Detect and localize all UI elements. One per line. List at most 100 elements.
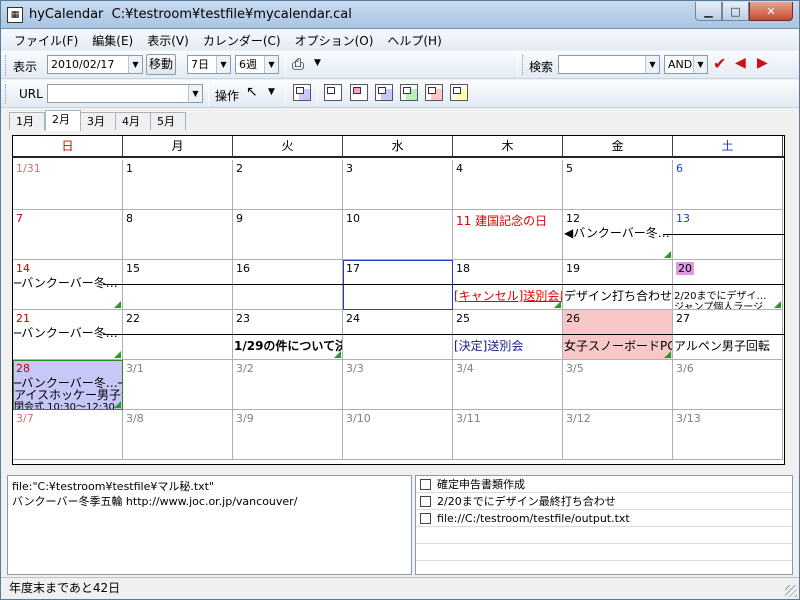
menu-calendar[interactable]: カレンダー(C) xyxy=(196,32,288,49)
calendar-day-cell[interactable]: 13 xyxy=(673,210,783,260)
calendar-day-cell[interactable]: 3/2 xyxy=(233,360,343,410)
url-combo[interactable]: ▼ xyxy=(47,84,203,103)
calendar-day-cell[interactable]: 27 アルペン男子回転 xyxy=(673,310,783,360)
calendar-day-cell[interactable]: 20 2/20までにデザイ… ジャンプ個人ラージ xyxy=(673,260,783,310)
calendar-day-cell[interactable]: 15 xyxy=(123,260,233,310)
maximize-button[interactable]: □ xyxy=(722,2,749,21)
calendar-day-cell[interactable]: 21 ─バンクーバー冬… xyxy=(13,310,123,360)
calendar-day-cell[interactable]: 3/10 xyxy=(343,410,453,460)
calendar-day-cell[interactable]: 26 女子スノーボードPGS xyxy=(563,310,673,360)
calendar-day-cell[interactable]: 19 デザイン打ち合わせ xyxy=(563,260,673,310)
calendar-event[interactable]: ◀バンクーバー冬… xyxy=(564,224,670,241)
calendar-day-cell[interactable]: 18 [キャンセル]送別会は xyxy=(453,260,563,310)
calendar-day-cell[interactable]: 3/12 xyxy=(563,410,673,460)
search-combo[interactable]: ▼ xyxy=(558,55,660,74)
calendar-day-cell[interactable]: 14 ─バンクーバー冬… xyxy=(13,260,123,310)
search-next-arrow-icon[interactable]: ▶ xyxy=(757,55,768,71)
calendar-day-cell[interactable]: 5 xyxy=(563,160,673,210)
calendar-day-cell[interactable]: 3/13 xyxy=(673,410,783,460)
color-swatch-white[interactable] xyxy=(324,84,342,101)
search-execute-check-icon[interactable]: ✔ xyxy=(713,54,726,73)
calendar-day-cell[interactable]: 11 建国記念の日 xyxy=(453,210,563,260)
logic-combo[interactable]: AND ▼ xyxy=(664,55,708,74)
calendar-day-cell[interactable]: 3/8 xyxy=(123,410,233,460)
menu-help[interactable]: ヘルプ(H) xyxy=(380,32,448,49)
calendar-day-cell[interactable]: 12 ◀バンクーバー冬… xyxy=(563,210,673,260)
memo-pane[interactable]: file:"C:¥testroom¥testfile¥マル秘.txt" バンクー… xyxy=(7,475,412,575)
calendar-day-cell[interactable]: 9 xyxy=(233,210,343,260)
calendar-day-cell[interactable]: 22 xyxy=(123,310,233,360)
toolbar-grip[interactable] xyxy=(522,55,525,75)
calendar-day-cell[interactable]: 28 ─バンクーバー冬…─▶ アイスホッケー男子決 閉会式 10:30〜12:30 xyxy=(13,360,123,410)
menu-file[interactable]: ファイル(F) xyxy=(7,32,85,49)
toolbar-grip[interactable] xyxy=(5,84,8,104)
chevron-down-icon[interactable]: ▼ xyxy=(264,56,278,73)
chevron-down-icon[interactable]: ▼ xyxy=(693,56,707,73)
calendar-day-cell[interactable]: 24 xyxy=(343,310,453,360)
calendar-event[interactable]: [キャンセル]送別会は xyxy=(454,287,562,304)
calendar-day-cell[interactable]: 3/6 xyxy=(673,360,783,410)
move-button[interactable]: 移動 xyxy=(146,54,176,75)
menu-options[interactable]: オプション(O) xyxy=(288,32,381,49)
close-button[interactable]: ✕ xyxy=(749,2,793,21)
tab-may[interactable]: 5月 xyxy=(151,112,186,130)
calendar-day-cell[interactable]: 1 xyxy=(123,160,233,210)
calendar-day-cell[interactable]: 3/7 xyxy=(13,410,123,460)
calendar-event[interactable]: ─バンクーバー冬… xyxy=(14,324,118,341)
calendar-day-cell[interactable]: 6 xyxy=(673,160,783,210)
calendar-day-cell[interactable]: 2 xyxy=(233,160,343,210)
calendar-event[interactable]: 1/29の件について決 xyxy=(234,337,342,354)
calendar-day-cell[interactable]: 3 xyxy=(343,160,453,210)
menu-edit[interactable]: 編集(E) xyxy=(85,32,140,49)
color-swatch-pink[interactable] xyxy=(350,84,368,101)
color-swatch-yellow[interactable] xyxy=(450,84,468,101)
calendar-day-cell[interactable]: 17 xyxy=(343,260,453,310)
todo-item[interactable]: 2/20までにデザイン最終打ち合わせ xyxy=(416,493,792,510)
days-combo[interactable]: 7日 ▼ xyxy=(187,55,231,74)
memo-line[interactable]: バンクーバー冬季五輪 http://www.joc.or.jp/vancouve… xyxy=(12,494,407,509)
tab-april[interactable]: 4月 xyxy=(116,112,151,130)
calendar-event[interactable]: 閉会式 10:30〜12:30 xyxy=(14,398,115,409)
todo-item[interactable]: file://C:/testroom/testfile/output.txt xyxy=(416,510,792,527)
print-icon[interactable]: ⎙ xyxy=(292,55,304,73)
tab-february[interactable]: 2月 xyxy=(45,110,81,131)
memo-line[interactable]: file:"C:¥testroom¥testfile¥マル秘.txt" xyxy=(12,479,407,494)
todo-checkbox[interactable] xyxy=(420,478,431,490)
todo-item[interactable]: 確定申告書類作成 xyxy=(416,476,792,493)
todo-checkbox[interactable] xyxy=(420,495,431,507)
chevron-down-icon[interactable]: ▼ xyxy=(188,85,202,102)
calendar-day-cell[interactable]: 3/1 xyxy=(123,360,233,410)
toolbar-grip[interactable] xyxy=(5,55,8,75)
weeks-combo[interactable]: 6週 ▼ xyxy=(235,55,279,74)
minimize-button[interactable]: ▁ xyxy=(695,2,722,21)
calendar-event[interactable]: アルペン男子回転 xyxy=(674,337,770,354)
calendar-day-cell[interactable]: 4 xyxy=(453,160,563,210)
tab-march[interactable]: 3月 xyxy=(81,112,116,130)
chevron-down-icon[interactable]: ▼ xyxy=(268,87,275,97)
app-calendar-icon[interactable]: ▦ xyxy=(7,7,23,23)
calendar-day-cell[interactable]: 3/9 xyxy=(233,410,343,460)
menu-view[interactable]: 表示(V) xyxy=(140,32,196,49)
calendar-day-cell[interactable]: 7 xyxy=(13,210,123,260)
color-swatch-blue[interactable] xyxy=(293,84,311,101)
calendar-event[interactable]: [決定]送別会 xyxy=(454,337,523,354)
chevron-down-icon[interactable]: ▼ xyxy=(128,56,142,73)
chevron-down-icon[interactable]: ▼ xyxy=(645,56,659,73)
color-swatch-lavender[interactable] xyxy=(375,84,393,101)
calendar-event[interactable]: ジャンプ個人ラージ xyxy=(674,298,763,309)
calendar-event[interactable]: ─バンクーバー冬… xyxy=(14,274,118,291)
calendar-day-cell[interactable]: 8 xyxy=(123,210,233,260)
todo-empty-row[interactable] xyxy=(416,544,792,561)
chevron-down-icon[interactable]: ▼ xyxy=(216,56,230,73)
title-bar[interactable]: ▦ hyCalendar C:¥testroom¥testfile¥mycale… xyxy=(1,1,799,29)
search-prev-arrow-icon[interactable]: ◀ xyxy=(735,55,746,71)
calendar-day-cell[interactable]: 16 xyxy=(233,260,343,310)
calendar-event[interactable]: デザイン打ち合わせ xyxy=(564,287,672,304)
chevron-down-icon[interactable]: ▼ xyxy=(314,58,321,68)
calendar-day-cell[interactable]: 10 xyxy=(343,210,453,260)
color-swatch-rose[interactable] xyxy=(425,84,443,101)
cursor-arrow-icon[interactable]: ↖ xyxy=(246,84,258,100)
calendar-event[interactable]: 女子スノーボードPGS xyxy=(564,337,672,354)
calendar-day-cell[interactable]: 3/3 xyxy=(343,360,453,410)
color-swatch-green[interactable] xyxy=(400,84,418,101)
